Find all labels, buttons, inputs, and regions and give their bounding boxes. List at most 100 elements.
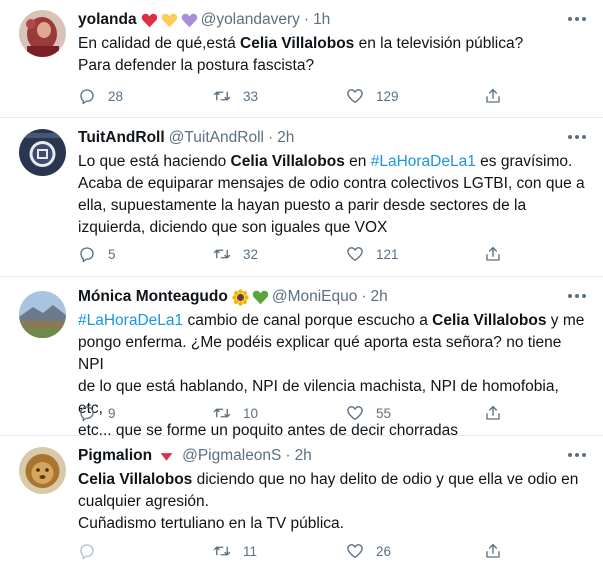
tweet[interactable]: Mónica Monteagudo @MoniEquo · 2h #LaHora… (0, 277, 603, 439)
tweet-text-line: pongo enferma. ¿Me podéis explicar qué a… (78, 332, 588, 376)
reply-count: 5 (108, 246, 116, 262)
text-segment: y me (546, 312, 585, 329)
tweet-header: Mónica Monteagudo @MoniEquo · 2h (78, 287, 388, 307)
like-count: 129 (376, 88, 399, 104)
display-name[interactable]: yolanda (78, 10, 137, 30)
retweet-button[interactable]: 32 (213, 244, 258, 264)
tweet-text-line: En calidad de qué,está Celia Villalobos … (78, 33, 588, 55)
share-icon (486, 405, 500, 420)
tweet-header: yolanda @yolandavery · 1h (78, 10, 330, 30)
timestamp[interactable]: 1h (313, 10, 330, 30)
highlighted-term: Celia Villalobos (230, 153, 345, 170)
tweet-text-line: Cuñadismo tertuliano en la TV pública. (78, 513, 588, 535)
tweet-text-line: Lo que está haciendo Celia Villalobos en… (78, 151, 588, 173)
text-segment: en la televisión pública? (354, 35, 524, 52)
reply-button[interactable]: 5 (78, 244, 116, 264)
tweet-text-line: Celia Villalobos diciendo que no hay del… (78, 469, 588, 491)
text-segment: es gravísimo. (475, 153, 573, 170)
text-segment: Para defender la postura fascista? (78, 57, 315, 74)
share-icon (486, 543, 500, 558)
handle[interactable]: @yolandavery (201, 10, 300, 30)
display-name[interactable]: Mónica Monteagudo (78, 287, 228, 307)
retweet-icon (213, 249, 231, 259)
tweet-header: TuitAndRoll @TuitAndRoll · 2h (78, 128, 294, 148)
tweet[interactable]: TuitAndRoll @TuitAndRoll · 2h Lo que est… (0, 118, 603, 277)
hashtag-link[interactable]: #LaHoraDeLa1 (371, 153, 476, 170)
reply-button[interactable] (78, 541, 108, 561)
tweet-text: Lo que está haciendo Celia Villalobos en… (78, 151, 588, 239)
text-segment: diciendo que no hay delito de odio y que… (192, 471, 579, 488)
reply-button[interactable]: 9 (78, 403, 116, 423)
more-options-icon[interactable] (568, 289, 586, 303)
tweet-actions: 11 26 (78, 541, 508, 561)
share-icon (486, 88, 500, 103)
highlighted-term: Celia Villalobos (432, 312, 547, 329)
like-button[interactable]: 55 (346, 403, 391, 423)
more-options-icon[interactable] (568, 130, 586, 144)
handle[interactable]: @MoniEquo (272, 287, 358, 307)
avatar[interactable] (19, 291, 66, 338)
tweet[interactable]: yolanda @yolandavery · 1h En calidad de … (0, 0, 603, 118)
hashtag-link[interactable]: #LaHoraDeLa1 (78, 312, 183, 329)
retweet-icon (213, 408, 231, 418)
reply-button[interactable]: 28 (78, 86, 123, 106)
handle[interactable]: @PigmaleonS (182, 446, 281, 466)
avatar[interactable] (19, 447, 66, 494)
highlighted-term: Celia Villalobos (240, 35, 355, 52)
heart-icon (347, 89, 363, 104)
heart-icon (347, 544, 363, 559)
highlighted-term: Celia Villalobos (78, 471, 193, 488)
timestamp[interactable]: 2h (371, 287, 388, 307)
retweet-count: 10 (243, 405, 259, 421)
share-button[interactable] (484, 86, 502, 106)
display-name[interactable]: TuitAndRoll (78, 128, 165, 148)
text-segment: izquierda, diciendo que son iguales que … (78, 219, 388, 236)
like-button[interactable]: 26 (346, 541, 391, 561)
share-button[interactable] (484, 541, 502, 561)
text-segment: Acaba de equiparar mensajes de odio cont… (78, 175, 585, 192)
text-segment: En calidad de qué,está (78, 35, 241, 52)
tweet[interactable]: Pigmalion @PigmaleonS · 2h Celia Villalo… (0, 436, 603, 572)
heart-icon (347, 406, 363, 421)
like-button[interactable]: 129 (346, 86, 399, 106)
tweet-text-line: Para defender la postura fascista? (78, 55, 588, 77)
like-count: 55 (376, 405, 392, 421)
text-segment: cualquier agresión. (78, 493, 209, 510)
share-button[interactable] (484, 244, 502, 264)
separator-dot: · (267, 129, 274, 146)
retweet-button[interactable]: 33 (213, 86, 258, 106)
text-segment: ella, supuestamente la hayan puesto a pa… (78, 197, 527, 214)
timestamp[interactable]: 2h (277, 128, 294, 148)
separator-dot: · (361, 288, 367, 305)
reply-count: 28 (108, 88, 124, 104)
handle[interactable]: @TuitAndRoll (169, 128, 264, 148)
like-count: 26 (376, 543, 392, 559)
reply-icon (80, 406, 94, 422)
more-options-icon[interactable] (568, 12, 586, 26)
tweet-text: Celia Villalobos diciendo que no hay del… (78, 469, 588, 535)
like-button[interactable]: 121 (346, 244, 399, 264)
text-segment: en (344, 153, 371, 170)
share-button[interactable] (484, 403, 502, 423)
text-segment: Lo que está haciendo (78, 153, 231, 170)
timestamp[interactable]: 2h (295, 446, 312, 466)
reply-count: 9 (108, 405, 116, 421)
red-triangle-down-icon (158, 448, 175, 465)
purple-heart-icon (181, 12, 198, 29)
display-name[interactable]: Pigmalion (78, 446, 152, 466)
tweet-actions: 5 32 121 (78, 244, 508, 264)
green-heart-icon (252, 289, 269, 306)
retweet-icon (213, 546, 231, 556)
tweet-actions: 9 10 55 (78, 403, 508, 423)
reply-icon (80, 544, 94, 560)
separator-dot: · (303, 11, 310, 28)
tweet-text-line: #LaHoraDeLa1 cambio de canal porque escu… (78, 310, 588, 332)
retweet-count: 33 (243, 88, 259, 104)
heart-icon (347, 247, 363, 262)
retweet-button[interactable]: 10 (213, 403, 258, 423)
avatar[interactable] (19, 10, 66, 57)
separator-dot: · (285, 447, 291, 464)
more-options-icon[interactable] (568, 448, 586, 462)
avatar[interactable] (19, 129, 66, 176)
retweet-button[interactable]: 11 (213, 541, 257, 561)
